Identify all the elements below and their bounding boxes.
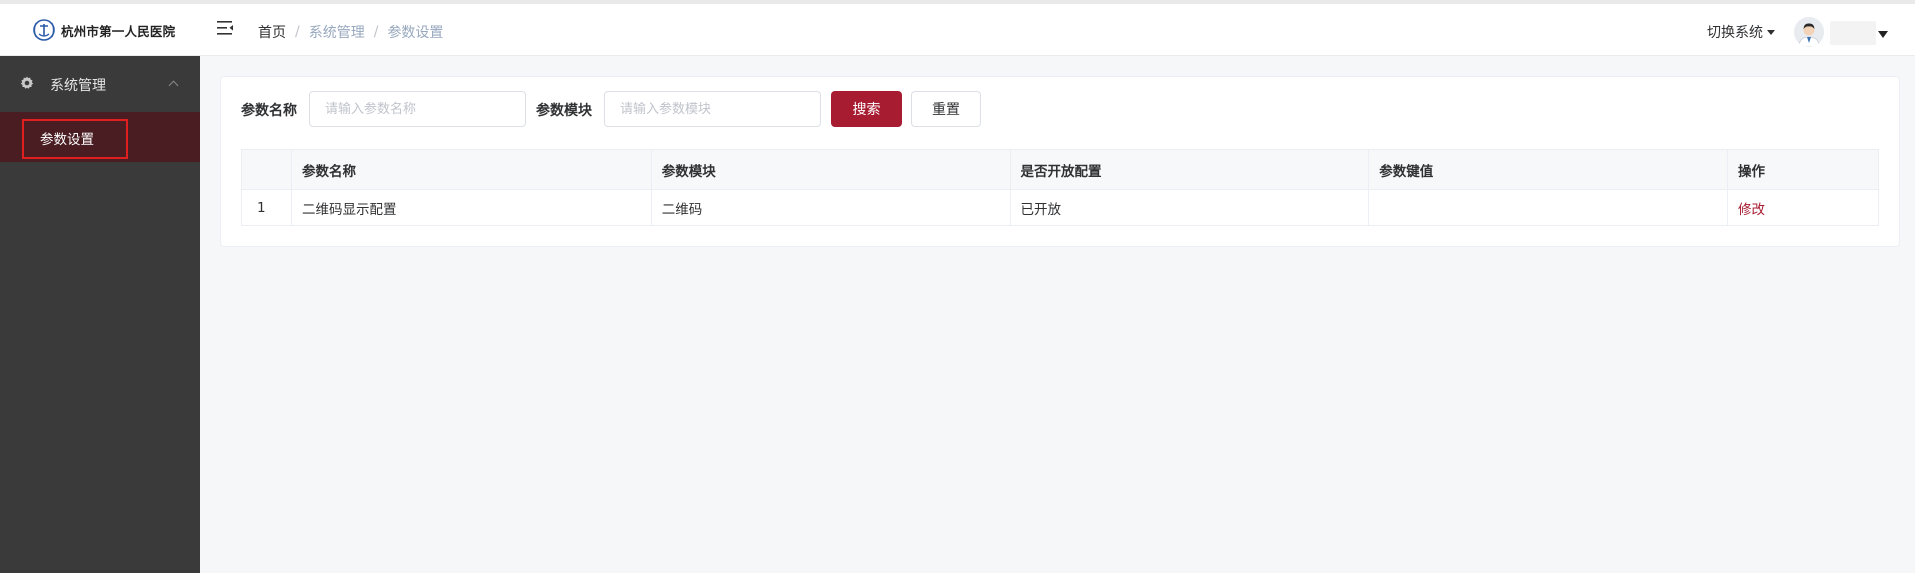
param-name-label: 参数名称 <box>241 103 297 119</box>
table-header-row: 参数名称 参数模块 是否开放配置 参数键值 操作 <box>241 149 1879 190</box>
user-avatar[interactable] <box>1794 17 1824 47</box>
top-header: 杭州市第一人民医院 首页 / 系统管理 / 参数设置 切换系统 <box>0 0 1915 56</box>
edit-link[interactable]: 修改 <box>1738 202 1765 218</box>
doctor-avatar-icon <box>1794 17 1824 47</box>
breadcrumb-current-page: 参数设置 <box>387 25 444 41</box>
column-header-param-module: 参数模块 <box>650 149 1011 190</box>
column-header-actions: 操作 <box>1727 149 1879 190</box>
collapse-menu-icon[interactable] <box>216 19 234 37</box>
chevron-up-icon <box>168 80 179 91</box>
search-button[interactable]: 搜索 <box>831 91 902 127</box>
breadcrumb: 首页 / 系统管理 / 参数设置 <box>258 22 443 42</box>
column-header-key-value: 参数键值 <box>1368 149 1729 190</box>
param-module-input[interactable] <box>604 91 821 127</box>
username-placeholder <box>1830 21 1876 45</box>
param-name-input[interactable] <box>309 91 526 127</box>
column-header-param-name: 参数名称 <box>290 149 652 190</box>
logo-text: 杭州市第一人民医院 <box>61 23 176 39</box>
switch-system-label: 切换系统 <box>1707 25 1763 41</box>
sidebar-item-label: 参数设置 <box>40 132 94 148</box>
cell-param-module: 二维码 <box>650 189 1011 226</box>
hospital-emblem-icon <box>33 19 55 41</box>
param-module-label: 参数模块 <box>536 103 592 119</box>
cell-param-name: 二维码显示配置 <box>290 189 652 226</box>
sidebar-group-system-management[interactable]: 系统管理 <box>0 56 200 112</box>
cell-index: 1 <box>241 189 292 226</box>
parameters-table: 参数名称 参数模块 是否开放配置 参数键值 操作 1 二维码显示配置 二维码 已… <box>241 149 1879 226</box>
gear-icon <box>20 76 34 89</box>
breadcrumb-system-management: 系统管理 <box>308 25 365 41</box>
reset-button[interactable]: 重置 <box>911 91 981 127</box>
breadcrumb-separator: / <box>295 24 300 40</box>
hospital-logo[interactable]: 杭州市第一人民医院 <box>30 17 175 43</box>
breadcrumb-home[interactable]: 首页 <box>258 22 286 42</box>
cell-key-value <box>1368 189 1729 226</box>
sidebar-group-label: 系统管理 <box>50 78 106 94</box>
column-header-open-config: 是否开放配置 <box>1009 149 1370 190</box>
sidebar-item-parameter-settings[interactable] <box>0 112 200 162</box>
cell-actions: 修改 <box>1727 189 1879 226</box>
switch-system-dropdown[interactable]: 切换系统 <box>1707 22 1775 42</box>
user-menu-caret-icon[interactable] <box>1878 31 1888 38</box>
column-header-index <box>241 149 292 190</box>
sidebar: 系统管理 参数设置 <box>0 56 200 573</box>
breadcrumb-separator: / <box>373 24 379 40</box>
cell-open-config: 已开放 <box>1009 189 1370 226</box>
caret-down-icon <box>1767 29 1775 35</box>
table-row: 1 二维码显示配置 二维码 已开放 修改 <box>241 189 1879 226</box>
